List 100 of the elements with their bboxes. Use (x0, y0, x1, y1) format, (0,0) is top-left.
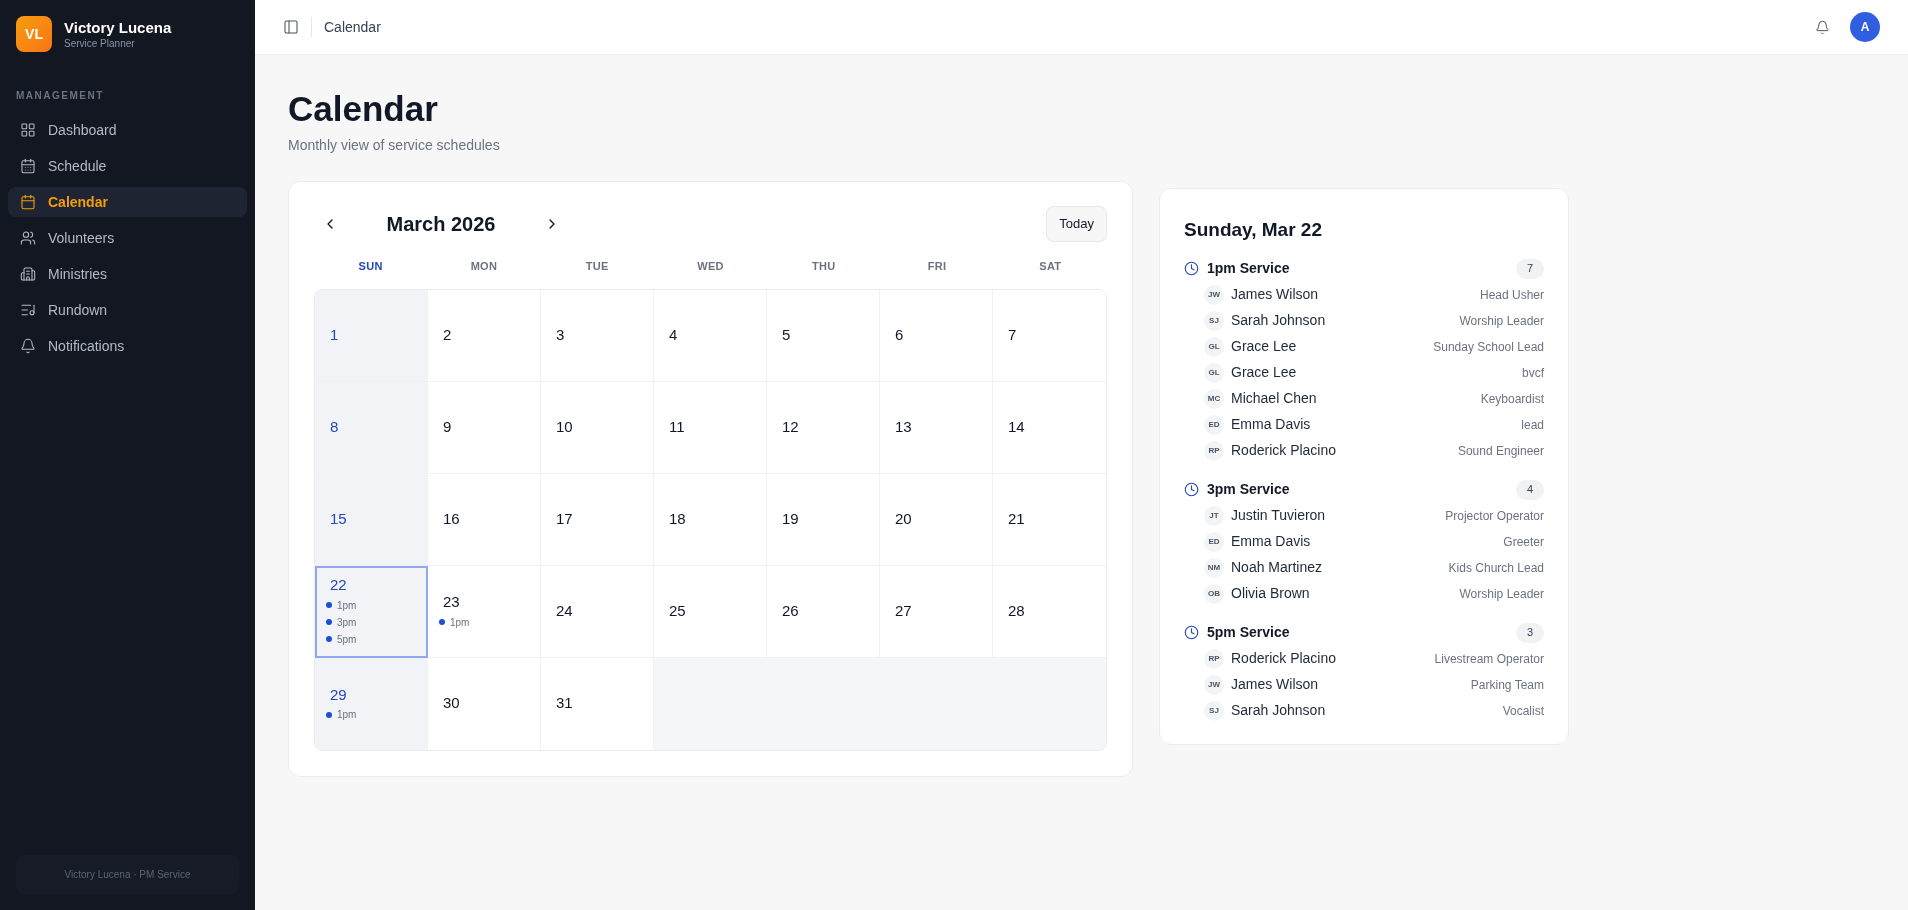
day-cell[interactable]: 5 (767, 289, 880, 382)
day-cell[interactable]: 15 (315, 473, 428, 566)
app-title: Victory Lucena (64, 18, 172, 38)
day-cell[interactable]: 26 (767, 565, 880, 658)
day-cell[interactable]: 10 (541, 381, 654, 474)
person-name: Grace Lee (1231, 363, 1297, 382)
day-cell[interactable]: 17 (541, 473, 654, 566)
sidebar-toggle-icon[interactable] (283, 19, 299, 35)
day-number: 18 (668, 508, 687, 529)
event-marker: 5pm (326, 630, 416, 648)
day-cell[interactable]: 13 (880, 381, 993, 474)
app-subtitle: Service Planner (64, 38, 136, 50)
day-cell[interactable]: 18 (654, 473, 767, 566)
nav-item[interactable]: Rundown (8, 295, 247, 325)
person-name: Noah Martinez (1231, 558, 1323, 577)
day-cell[interactable]: 25 (654, 565, 767, 658)
day-number: 20 (894, 508, 913, 529)
person-name: Roderick Placino (1231, 649, 1337, 668)
day-cell[interactable]: 7 (993, 289, 1106, 382)
service-name: 3pm Service (1207, 480, 1290, 499)
person-role: Head Usher (1479, 286, 1544, 304)
day-number: 12 (781, 416, 800, 437)
clock-icon (1184, 261, 1199, 276)
today-button[interactable]: Today (1046, 206, 1107, 242)
section-label: MANAGEMENT (15, 89, 105, 103)
clock-icon (1184, 625, 1199, 640)
initials-avatar: SJ (1204, 310, 1224, 331)
day-cell[interactable]: 20 (880, 473, 993, 566)
day-number: 31 (555, 693, 574, 714)
weekday-label: MON (470, 259, 498, 274)
event-marker: 3pm (326, 613, 416, 631)
day-cell[interactable]: 24 (541, 565, 654, 658)
day-cell[interactable]: 3 (541, 289, 654, 382)
day-cell[interactable]: 2 (428, 289, 541, 382)
person-role: Worship Leader (1459, 312, 1544, 330)
initials-avatar: RP (1204, 440, 1224, 461)
count-badge: 4 (1516, 479, 1544, 500)
count-badge: 7 (1516, 258, 1544, 279)
day-cell[interactable]: 8 (315, 381, 428, 474)
person-role: Greeter (1503, 533, 1544, 551)
building-icon (20, 266, 36, 282)
person-name: Sarah Johnson (1231, 701, 1326, 720)
list-icon (20, 302, 36, 318)
bell-icon (20, 338, 36, 354)
day-number: 13 (894, 416, 913, 437)
person-role: bvcf (1522, 364, 1544, 382)
nav-item[interactable]: Ministries (8, 259, 247, 289)
day-cell[interactable]: 9 (428, 381, 541, 474)
day-number: 8 (329, 416, 340, 437)
day-number: 6 (894, 324, 905, 345)
day-number: 27 (894, 600, 913, 621)
initials-avatar: ED (1204, 531, 1224, 552)
calendar-icon (20, 158, 36, 174)
day-cell[interactable]: 12 (767, 381, 880, 474)
nav-item[interactable]: Volunteers (8, 223, 247, 253)
person-name: Sarah Johnson (1231, 311, 1326, 330)
day-number: 22 (329, 575, 348, 596)
day-number: 14 (1007, 416, 1026, 437)
person-role: Worship Leader (1459, 585, 1544, 603)
day-number: 30 (442, 693, 461, 714)
day-cell[interactable]: 11 (654, 381, 767, 474)
initials-avatar: JW (1204, 674, 1224, 695)
weekday-label: TUE (585, 259, 609, 274)
person-name: Justin Tuvieron (1231, 506, 1326, 525)
page-title: Calendar (288, 88, 439, 130)
day-number: 1 (329, 324, 340, 345)
day-number: 7 (1007, 324, 1018, 345)
day-cell[interactable]: 6 (880, 289, 993, 382)
footer-label: Victory Lucena · PM Service (16, 855, 239, 894)
person-role: Sound Engineer (1457, 442, 1544, 460)
user-avatar[interactable]: A (1850, 12, 1880, 42)
nav-item[interactable]: Schedule (8, 151, 247, 181)
notifications-icon[interactable] (1815, 19, 1830, 35)
day-number: 10 (555, 416, 574, 437)
day-number: 19 (781, 508, 800, 529)
weekday-label: SAT (1039, 259, 1062, 274)
day-cell[interactable]: 27 (880, 565, 993, 658)
weekday-label: WED (697, 259, 724, 274)
nav-item[interactable]: Notifications (8, 331, 247, 361)
person-name: James Wilson (1231, 285, 1319, 304)
nav-item[interactable]: Dashboard (8, 115, 247, 145)
clock-icon (1184, 482, 1199, 497)
person-role: Sunday School Lead (1433, 338, 1544, 356)
day-cell[interactable]: 29 1pm (315, 657, 428, 750)
day-cell[interactable]: 1 (315, 289, 428, 382)
person-name: Emma Davis (1231, 415, 1311, 434)
day-number: 17 (555, 508, 574, 529)
event-marker: 1pm (326, 706, 416, 724)
nav-item[interactable]: Calendar (8, 187, 247, 217)
day-cell[interactable]: 22 1pm 3pm 5pm (315, 565, 428, 658)
day-cell[interactable]: 19 (767, 473, 880, 566)
day-cell[interactable]: 4 (654, 289, 767, 382)
day-cell[interactable]: 16 (428, 473, 541, 566)
person-name: James Wilson (1231, 675, 1319, 694)
day-number: 4 (668, 324, 679, 345)
day-number: 16 (442, 508, 461, 529)
day-cell[interactable]: 23 1pm (428, 565, 541, 658)
person-role: Kids Church Lead (1448, 559, 1544, 577)
person-role: Vocalist (1502, 702, 1544, 720)
person-role: Keyboardist (1480, 390, 1544, 408)
